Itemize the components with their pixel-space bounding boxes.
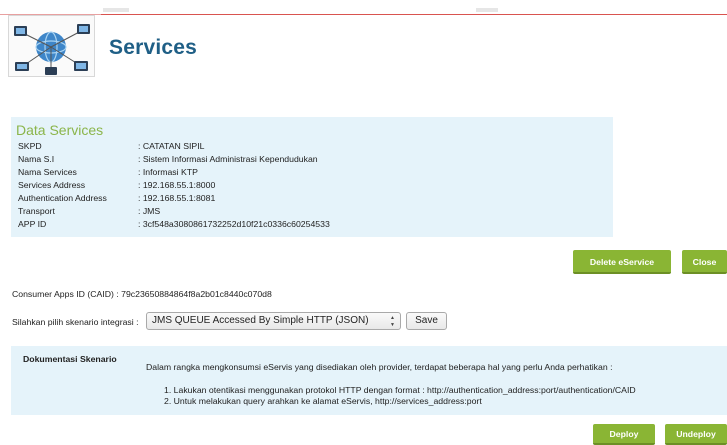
header-divider-accent: [101, 14, 727, 15]
documentation-step: 1. Lakukan otentikasi menggunakan protok…: [164, 385, 636, 395]
field-label: Nama Services: [18, 167, 77, 177]
field-value: : 192.168.55.1:8081: [138, 193, 216, 203]
services-logo: [8, 15, 95, 77]
field-value: : 3cf548a3080861732252d10f21c0336c602545…: [138, 219, 330, 229]
field-label: Authentication Address: [18, 193, 107, 203]
undeploy-button[interactable]: Undeploy: [665, 424, 727, 445]
panel-heading: Data Services: [16, 122, 104, 138]
field-value: : JMS: [138, 206, 161, 216]
field-label: SKPD: [18, 141, 42, 151]
data-services-panel: Data Services SKPD : CATATAN SIPIL Nama …: [11, 117, 613, 237]
network-globe-icon: [14, 24, 90, 75]
field-value: : Sistem Informasi Administrasi Kependud…: [138, 154, 318, 164]
scenario-label: Silahkan pilih skenario integrasi :: [12, 317, 139, 327]
top-tick: [476, 8, 498, 12]
field-label: Transport: [18, 206, 55, 216]
documentation-panel: Dokumentasi Skenario Dalam rangka mengko…: [11, 346, 727, 415]
field-label: Nama S.I: [18, 154, 55, 164]
consumer-apps-id: Consumer Apps ID (CAID) : 79c23650884864…: [12, 289, 272, 299]
top-tick: [103, 8, 129, 12]
documentation-intro: Dalam rangka mengkonsumsi eServis yang d…: [146, 362, 613, 372]
field-value: : 192.168.55.1:8000: [138, 180, 216, 190]
delete-eservice-button[interactable]: Delete eService: [573, 250, 671, 274]
field-label: APP ID: [18, 219, 47, 229]
deploy-button[interactable]: Deploy: [593, 424, 655, 445]
close-button[interactable]: Close: [682, 250, 727, 274]
scenario-select[interactable]: JMS QUEUE Accessed By Simple HTTP (JSON)…: [146, 312, 401, 330]
scenario-selected-value: JMS QUEUE Accessed By Simple HTTP (JSON): [152, 315, 369, 326]
field-value: : CATATAN SIPIL: [138, 141, 205, 151]
field-label: Services Address: [18, 180, 86, 190]
save-button[interactable]: Save: [406, 312, 447, 330]
documentation-title: Dokumentasi Skenario: [23, 354, 117, 364]
documentation-step: 2. Untuk melakukan query arahkan ke alam…: [164, 396, 482, 406]
select-arrows-icon: ▲ ▼: [390, 315, 395, 328]
page-title: Services: [109, 36, 198, 59]
field-value: : Informasi KTP: [138, 167, 198, 177]
